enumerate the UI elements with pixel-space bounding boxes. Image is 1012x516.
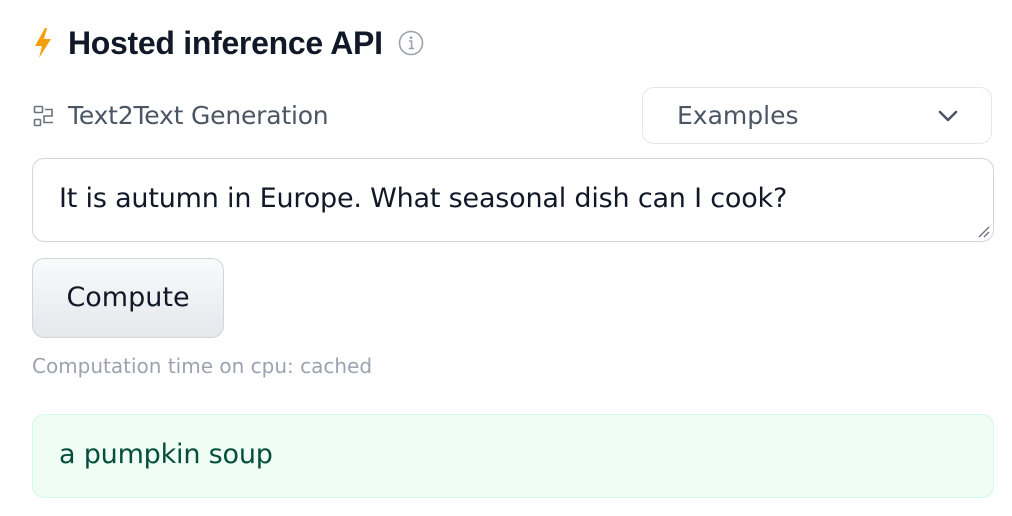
examples-label: Examples [677,101,799,130]
compute-button[interactable]: Compute [32,258,224,338]
examples-dropdown[interactable]: Examples [642,87,992,144]
inference-widget: Hosted inference API Text2Text Generatio… [32,18,994,498]
task-row: Text2Text Generation Examples [32,87,994,147]
task-type: Text2Text Generation [32,101,329,130]
info-icon[interactable] [397,29,425,57]
chevron-down-icon [937,106,959,126]
widget-header: Hosted inference API [32,18,994,68]
output-box: a pumpkin soup [32,414,994,498]
text2text-generation-icon [32,104,56,128]
widget-title: Hosted inference API [68,24,383,61]
task-label: Text2Text Generation [68,101,329,130]
compute-label: Compute [66,282,190,313]
input-textarea[interactable]: It is autumn in Europe. What seasonal di… [32,158,994,242]
output-text: a pumpkin soup [59,439,273,470]
lightning-bolt-icon [32,27,54,59]
resize-handle-icon[interactable] [975,223,991,239]
input-text: It is autumn in Europe. What seasonal di… [59,183,788,214]
computation-time-status: Computation time on cpu: cached [32,354,373,378]
